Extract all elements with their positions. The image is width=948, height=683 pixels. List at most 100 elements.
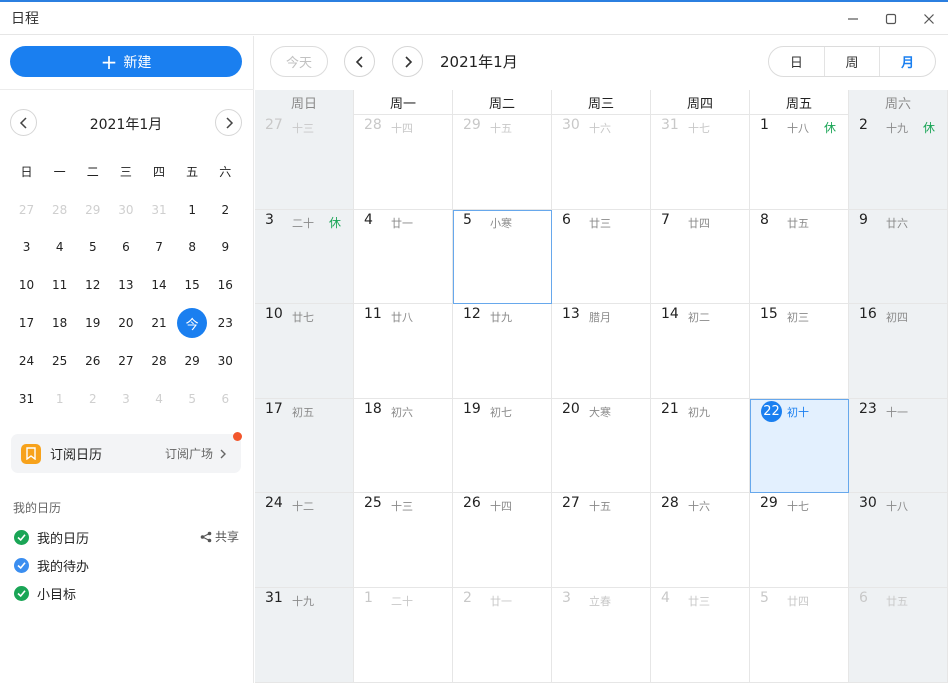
mini-day[interactable]: 16 xyxy=(209,270,242,300)
mini-day[interactable]: 1 xyxy=(43,384,76,414)
day-cell[interactable]: 20 大寒 xyxy=(552,398,651,494)
day-cell[interactable]: 9 廿六 xyxy=(849,209,948,305)
mini-day[interactable]: 18 xyxy=(43,308,76,338)
day-cell[interactable]: 5 廿四 xyxy=(750,587,849,683)
mini-day[interactable]: 28 xyxy=(143,346,176,376)
day-cell[interactable]: 16 初四 xyxy=(849,304,948,399)
mini-next-month-button[interactable] xyxy=(215,109,242,136)
mini-day[interactable]: 6 xyxy=(209,384,242,414)
day-cell[interactable]: 3 二十休 xyxy=(255,209,354,305)
day-cell[interactable]: 7 廿四 xyxy=(651,209,750,305)
mini-day[interactable]: 29 xyxy=(176,346,209,376)
mini-day[interactable]: 9 xyxy=(209,232,242,262)
day-cell[interactable]: 13 腊月 xyxy=(552,304,651,399)
day-cell[interactable]: 31 十七 xyxy=(651,115,750,210)
day-cell-today[interactable]: 22 初十 xyxy=(750,398,849,494)
day-cell[interactable]: 14 初二 xyxy=(651,304,750,399)
mini-day[interactable]: 2 xyxy=(76,384,109,414)
mini-day[interactable]: 31 xyxy=(143,195,176,225)
mini-day[interactable]: 3 xyxy=(10,232,43,262)
calendar-list-item[interactable]: 我的日历 xyxy=(14,528,89,547)
mini-day[interactable]: 20 xyxy=(109,308,142,338)
day-cell[interactable]: 25 十三 xyxy=(354,493,453,588)
mini-day[interactable]: 28 xyxy=(43,195,76,225)
day-cell[interactable]: 3 立春 xyxy=(552,587,651,683)
day-cell[interactable]: 27 十五 xyxy=(552,493,651,588)
view-week-tab[interactable]: 周 xyxy=(825,47,881,76)
mini-day[interactable]: 26 xyxy=(76,346,109,376)
mini-day[interactable]: 19 xyxy=(76,308,109,338)
today-button[interactable]: 今天 xyxy=(270,46,328,77)
mini-day[interactable]: 12 xyxy=(76,270,109,300)
mini-day[interactable]: 15 xyxy=(176,270,209,300)
day-cell[interactable]: 4 廿一 xyxy=(354,209,453,305)
mini-day[interactable]: 11 xyxy=(43,270,76,300)
view-month-tab[interactable]: 月 xyxy=(880,47,935,76)
day-cell[interactable]: 29 十七 xyxy=(750,493,849,588)
mini-day-today[interactable]: 今 xyxy=(176,308,209,339)
day-cell[interactable]: 24 十二 xyxy=(255,493,354,588)
day-cell[interactable]: 15 初三 xyxy=(750,304,849,399)
calendar-list-item[interactable]: 我的待办 xyxy=(14,556,89,575)
mini-day[interactable]: 29 xyxy=(76,195,109,225)
day-cell[interactable]: 29 十五 xyxy=(453,115,552,210)
day-cell[interactable]: 23 十一 xyxy=(849,398,948,494)
mini-day[interactable]: 13 xyxy=(109,270,142,300)
mini-day[interactable]: 6 xyxy=(109,232,142,262)
day-cell[interactable]: 12 廿九 xyxy=(453,304,552,399)
subscribe-plaza-link[interactable]: 订阅广场 xyxy=(165,445,229,462)
day-cell[interactable]: 8 廿五 xyxy=(750,209,849,305)
day-cell[interactable]: 1 二十 xyxy=(354,587,453,683)
mini-day[interactable]: 14 xyxy=(143,270,176,300)
day-cell[interactable]: 4 廿三 xyxy=(651,587,750,683)
minimize-button[interactable] xyxy=(834,2,872,35)
day-cell[interactable]: 2 廿一 xyxy=(453,587,552,683)
mini-day[interactable]: 30 xyxy=(109,195,142,225)
mini-day[interactable]: 5 xyxy=(76,232,109,262)
maximize-button[interactable] xyxy=(872,2,910,35)
day-cell[interactable]: 19 初七 xyxy=(453,398,552,494)
day-cell[interactable]: 31 十九 xyxy=(255,587,354,683)
check-circle-icon[interactable] xyxy=(14,529,29,545)
mini-day[interactable]: 2 xyxy=(209,195,242,225)
mini-day[interactable]: 23 xyxy=(209,308,242,338)
mini-day[interactable]: 4 xyxy=(143,384,176,414)
day-cell[interactable]: 30 十八 xyxy=(849,493,948,588)
mini-day[interactable]: 3 xyxy=(109,384,142,414)
day-cell[interactable]: 30 十六 xyxy=(552,115,651,210)
day-cell[interactable]: 6 廿五 xyxy=(849,587,948,683)
mini-day[interactable]: 30 xyxy=(209,346,242,376)
day-cell[interactable]: 21 初九 xyxy=(651,398,750,494)
day-cell[interactable]: 17 初五 xyxy=(255,398,354,494)
share-button[interactable]: 共享 xyxy=(200,528,239,545)
day-cell[interactable]: 27 十三 xyxy=(255,115,354,210)
day-cell[interactable]: 2 十九 休 xyxy=(849,115,948,210)
next-month-button[interactable] xyxy=(392,46,423,77)
mini-day[interactable]: 31 xyxy=(10,384,43,414)
check-circle-icon[interactable] xyxy=(14,585,29,601)
mini-day[interactable]: 7 xyxy=(143,232,176,262)
mini-day[interactable]: 5 xyxy=(176,384,209,414)
mini-day[interactable]: 27 xyxy=(10,195,43,225)
view-day-tab[interactable]: 日 xyxy=(769,47,825,76)
day-cell[interactable]: 28 十四 xyxy=(354,115,453,210)
day-cell[interactable]: 18 初六 xyxy=(354,398,453,494)
mini-day[interactable]: 17 xyxy=(10,308,43,338)
mini-day[interactable]: 4 xyxy=(43,232,76,262)
mini-day[interactable]: 25 xyxy=(43,346,76,376)
prev-month-button[interactable] xyxy=(344,46,375,77)
day-cell[interactable]: 11 廿八 xyxy=(354,304,453,399)
day-cell[interactable]: 10 廿七 xyxy=(255,304,354,399)
mini-day[interactable]: 24 xyxy=(10,346,43,376)
mini-day[interactable]: 21 xyxy=(143,308,176,338)
mini-day[interactable]: 27 xyxy=(109,346,142,376)
day-cell[interactable]: 6 廿三 xyxy=(552,209,651,305)
check-circle-icon[interactable] xyxy=(14,557,29,573)
calendar-list-item[interactable]: 小目标 xyxy=(14,584,76,603)
mini-day[interactable]: 10 xyxy=(10,270,43,300)
day-cell[interactable]: 1 十八 休 xyxy=(750,115,849,210)
day-cell[interactable]: 28 十六 xyxy=(651,493,750,588)
mini-day[interactable]: 8 xyxy=(176,232,209,262)
close-button[interactable] xyxy=(910,2,948,35)
mini-day[interactable]: 1 xyxy=(176,195,209,225)
